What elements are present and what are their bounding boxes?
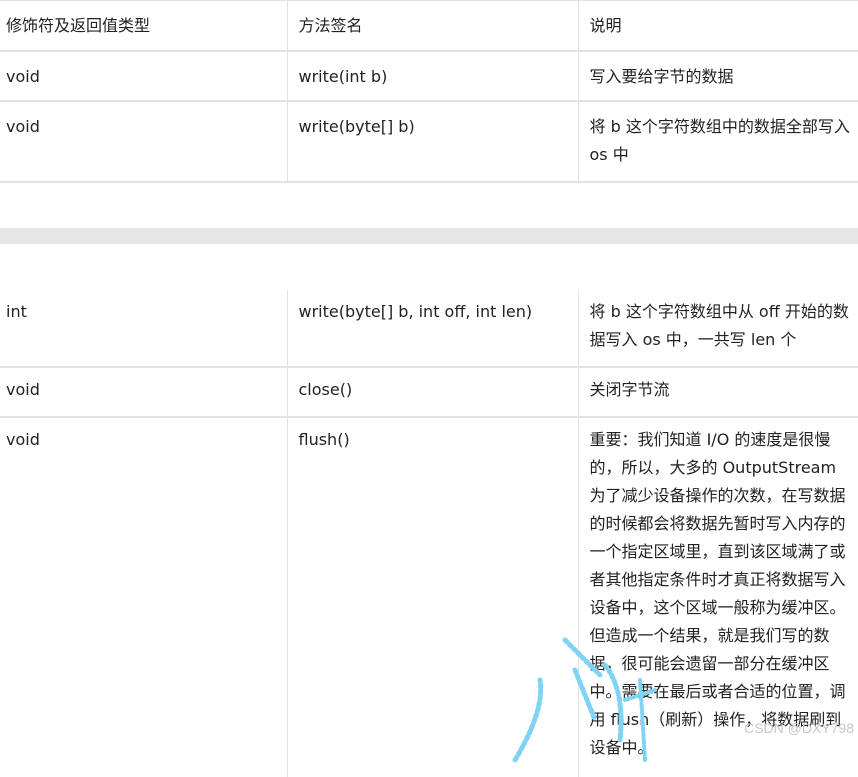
cell-method-signature: write(int b) xyxy=(286,50,578,101)
header-description: 说明 xyxy=(577,0,858,51)
table-row: void flush() 重要：我们知道 I/O 的速度是很慢的，所以，大多的 … xyxy=(0,417,858,777)
cell-return-type: int xyxy=(6,302,27,321)
cell-description: 将 b 这个字符数组中从 off 开始的数据写入 os 中，一共写 len 个 xyxy=(577,290,858,367)
cell-return-type: void xyxy=(6,380,40,399)
cell-return-type: void xyxy=(6,430,40,449)
methods-table-bottom: int write(byte[] b, int off, int len) 将 … xyxy=(0,290,858,777)
cell-method-signature: close() xyxy=(286,367,578,417)
cell-method-signature: write(byte[] b, int off, int len) xyxy=(286,290,578,367)
table-row: int write(byte[] b, int off, int len) 将 … xyxy=(0,290,858,367)
cell-description: 将 b 这个字符数组中的数据全部写入 os 中 xyxy=(577,100,858,182)
methods-table-top: 修饰符及返回值类型 方法签名 说明 void write(int b) 写入要给… xyxy=(0,0,858,183)
cell-description: 关闭字节流 xyxy=(577,367,858,417)
table-row: void write(int b) 写入要给字节的数据 xyxy=(0,50,858,101)
table-header-row: 修饰符及返回值类型 方法签名 说明 xyxy=(0,0,858,51)
header-return-type: 修饰符及返回值类型 xyxy=(6,16,151,35)
cell-return-type: void xyxy=(6,116,40,136)
cell-return-type: void xyxy=(6,66,40,86)
header-method-signature: 方法签名 xyxy=(286,0,578,51)
cell-description: 写入要给字节的数据 xyxy=(577,50,858,101)
watermark-brush-strokes xyxy=(512,637,657,763)
table-row: void close() 关闭字节流 xyxy=(0,367,858,417)
table-row: void write(byte[] b) 将 b 这个字符数组中的数据全部写入 … xyxy=(0,100,858,182)
cell-method-signature: write(byte[] b) xyxy=(286,100,578,182)
page-break-bar xyxy=(0,228,858,244)
watermark-label: CSDN @DXY798 xyxy=(744,720,854,736)
